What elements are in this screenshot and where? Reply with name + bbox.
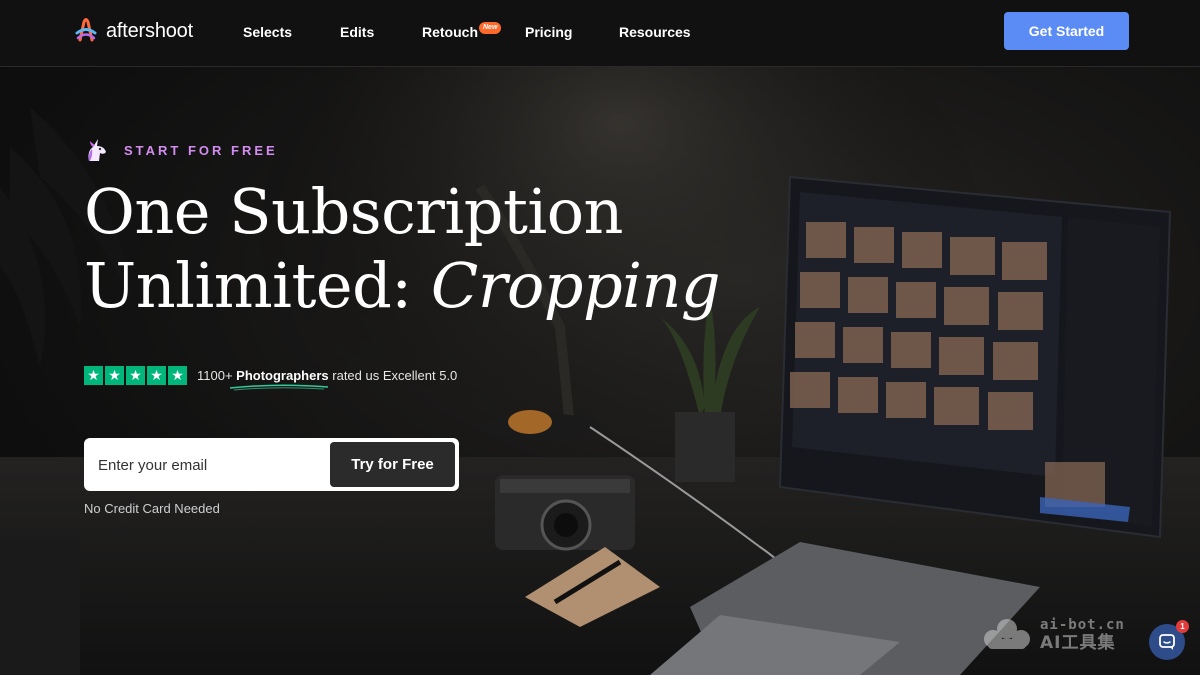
nav-item-retouch-label: Retouch: [422, 24, 478, 40]
aftershoot-logo-icon: [75, 18, 97, 42]
try-for-free-button[interactable]: Try for Free: [330, 442, 455, 487]
nav-item-selects[interactable]: Selects: [243, 24, 292, 40]
get-started-button[interactable]: Get Started: [1004, 12, 1129, 50]
unread-badge: 1: [1176, 620, 1189, 633]
watermark-name: AI工具集: [1040, 633, 1116, 653]
new-badge: New: [479, 22, 502, 34]
headline-accent: Cropping: [430, 249, 721, 322]
rating-text: 1100+ Photographers rated us Excellent 5…: [197, 368, 457, 383]
nav-item-resources[interactable]: Resources: [619, 24, 691, 40]
rating-suffix: rated us Excellent 5.0: [332, 368, 458, 383]
monitor-illustration: [778, 175, 1172, 539]
logo-text: aftershoot: [106, 19, 193, 42]
nav-item-retouch[interactable]: Retouch New: [422, 22, 502, 40]
headline-prefix: Unlimited:: [84, 249, 412, 322]
headline-line-1: One Subscription: [84, 175, 623, 248]
logo[interactable]: aftershoot: [74, 18, 193, 44]
watermark-url: ai-bot.cn: [1040, 617, 1125, 633]
kicker-text: START FOR FREE: [124, 142, 278, 158]
hero-kicker: START FOR FREE: [84, 137, 278, 163]
email-input[interactable]: [98, 450, 318, 480]
site-header: aftershoot Selects Edits Retouch New Pri…: [0, 0, 1200, 67]
rating-highlight: Photographers: [236, 368, 329, 383]
chat-launcher-button[interactable]: 1: [1149, 620, 1189, 660]
hero-headline: One Subscription Unlimited: Cropping: [84, 175, 721, 323]
no-credit-card-note: No Credit Card Needed: [84, 501, 220, 516]
headline-line-2: Unlimited: Cropping: [84, 249, 721, 323]
star-icon: ★: [105, 366, 124, 385]
star-rating: ★ ★ ★ ★ ★: [84, 366, 187, 385]
signup-form: Try for Free: [84, 438, 459, 491]
nav-item-pricing[interactable]: Pricing: [525, 24, 572, 40]
star-icon: ★: [84, 366, 103, 385]
star-icon: ★: [147, 366, 166, 385]
rating-count: 1100+: [197, 368, 233, 383]
chat-icon: [1159, 634, 1175, 650]
star-icon: ★: [126, 366, 145, 385]
star-icon: ★: [168, 366, 187, 385]
unicorn-icon: [88, 139, 106, 161]
nav-item-edits[interactable]: Edits: [340, 24, 374, 40]
watermark: ai-bot.cn AI工具集: [982, 616, 1125, 652]
squiggle-underline-icon: [229, 384, 329, 391]
watermark-logo-icon: [984, 619, 1030, 649]
